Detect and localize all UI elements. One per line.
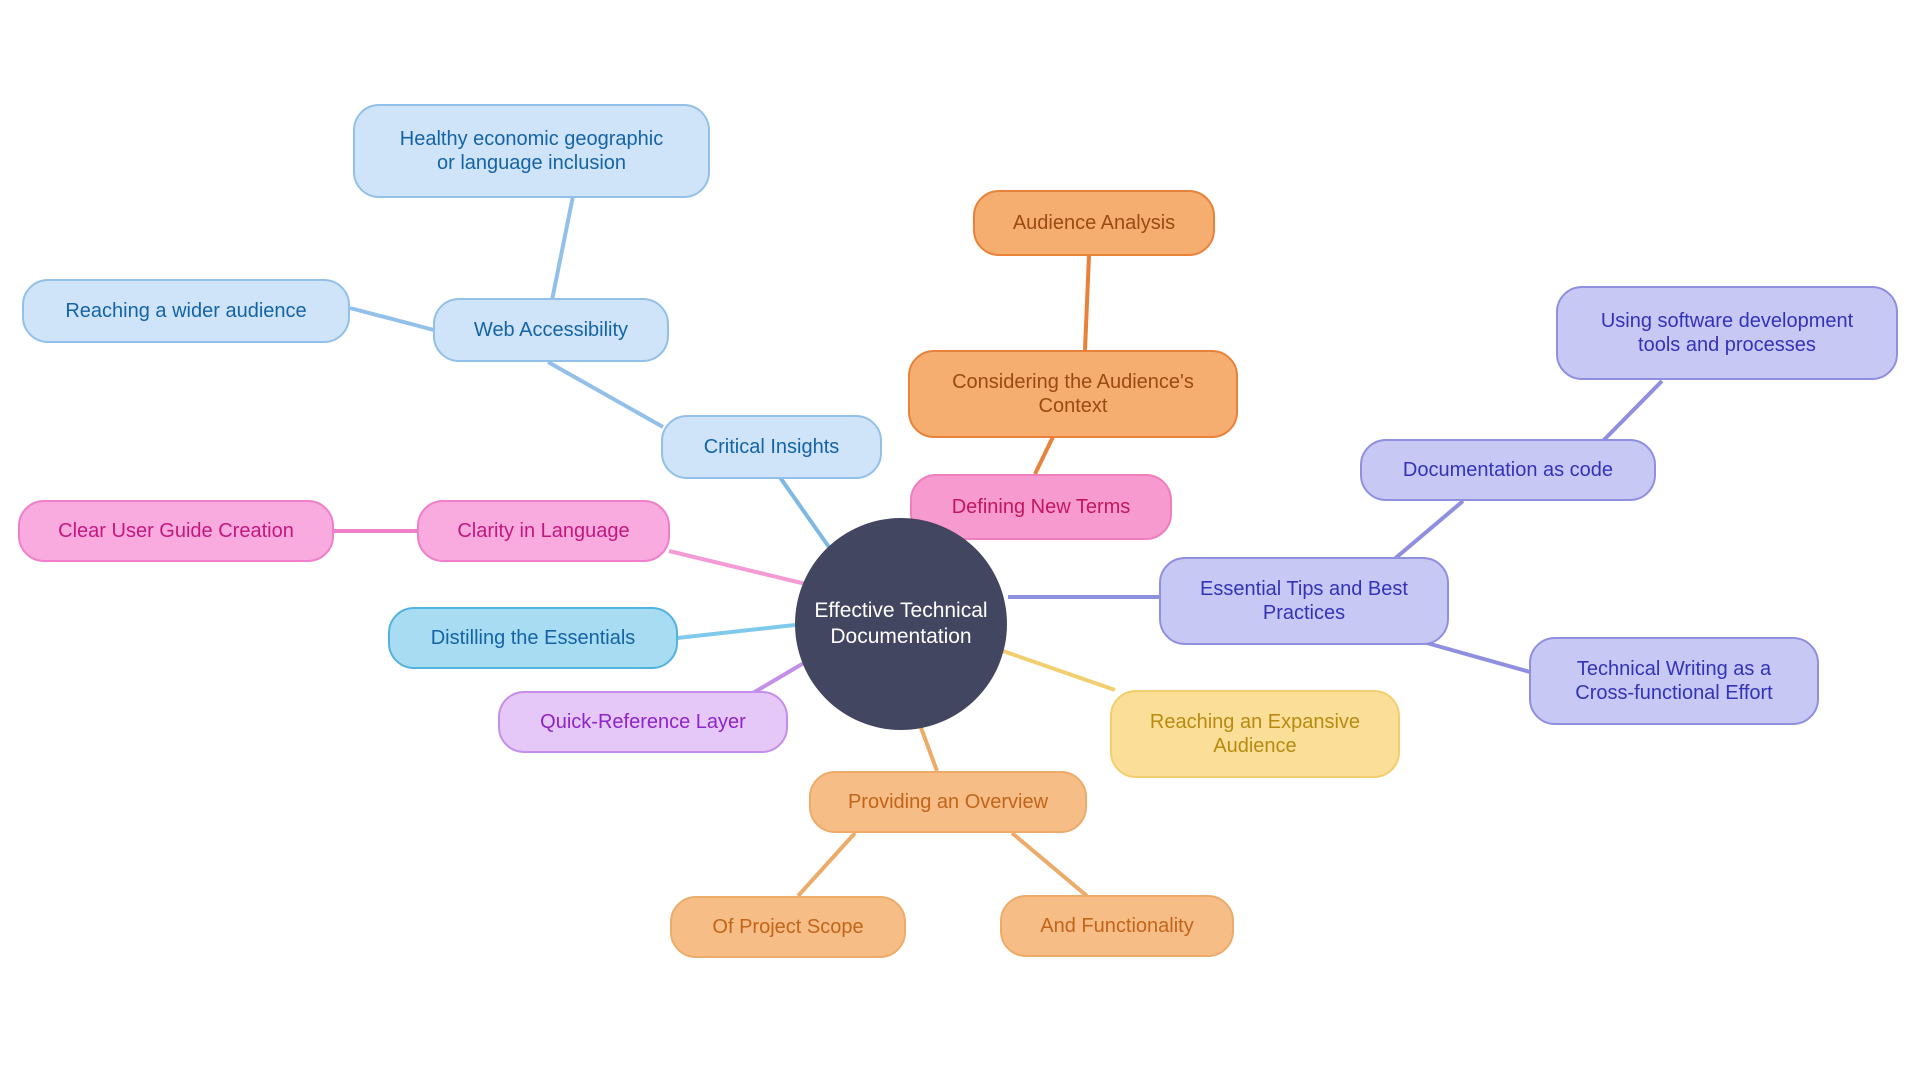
node-reaching-wider-audience[interactable]: Reaching a wider audience: [22, 279, 350, 343]
node-essential-tips-label: Essential Tips and Best Practices: [1200, 577, 1408, 624]
edge-webaccessibility-reaching: [349, 306, 435, 332]
node-clear-user-guide[interactable]: Clear User Guide Creation: [18, 500, 334, 562]
node-web-accessibility[interactable]: Web Accessibility: [433, 298, 669, 362]
node-documentation-as-code[interactable]: Documentation as code: [1360, 439, 1656, 501]
node-distilling-essentials[interactable]: Distilling the Essentials: [388, 607, 678, 669]
node-of-project-scope[interactable]: Of Project Scope: [670, 896, 906, 958]
node-essential-tips[interactable]: Essential Tips and Best Practices: [1159, 557, 1449, 645]
node-of-project-scope-label: Of Project Scope: [712, 915, 864, 938]
node-providing-overview-label: Providing an Overview: [847, 790, 1049, 813]
edge-providingoverview-functionality: [1010, 831, 1089, 898]
node-defining-new-terms-label: Defining New Terms: [951, 495, 1131, 518]
node-audience-analysis-label: Audience Analysis: [1012, 211, 1176, 234]
node-web-accessibility-label: Web Accessibility: [473, 318, 629, 341]
node-and-functionality[interactable]: And Functionality: [1000, 895, 1234, 957]
node-clarity-in-language-label: Clarity in Language: [457, 519, 630, 542]
node-root-label: Effective Technical Documentation: [814, 599, 988, 648]
mindmap-canvas: Effective Technical Documentation Health…: [0, 0, 1920, 1080]
node-quick-reference-layer-label: Quick-Reference Layer: [540, 710, 746, 733]
node-technical-writing-cross-label: Technical Writing as a Cross-functional …: [1575, 657, 1773, 704]
node-reaching-expansive-audience[interactable]: Reaching an Expansive Audience: [1110, 690, 1400, 778]
edge-root-reachingexpansive: [999, 648, 1116, 692]
node-distilling-essentials-label: Distilling the Essentials: [430, 626, 636, 649]
node-using-software-tools[interactable]: Using software development tools and pro…: [1556, 286, 1898, 380]
edge-criticalinsights-webaccessibility: [547, 360, 664, 429]
node-providing-overview[interactable]: Providing an Overview: [809, 771, 1087, 833]
node-clear-user-guide-label: Clear User Guide Creation: [58, 519, 294, 542]
node-clarity-in-language[interactable]: Clarity in Language: [417, 500, 670, 562]
node-technical-writing-cross[interactable]: Technical Writing as a Cross-functional …: [1529, 637, 1819, 725]
node-considering-context[interactable]: Considering the Audience's Context: [908, 350, 1238, 438]
node-healthy-inclusion-label: Healthy economic geographic or language …: [399, 127, 664, 174]
node-quick-reference-layer[interactable]: Quick-Reference Layer: [498, 691, 788, 753]
node-healthy-inclusion[interactable]: Healthy economic geographic or language …: [353, 104, 710, 198]
node-root[interactable]: Effective Technical Documentation: [795, 518, 1007, 730]
node-documentation-as-code-label: Documentation as code: [1402, 458, 1614, 481]
node-reaching-expansive-audience-label: Reaching an Expansive Audience: [1149, 710, 1361, 757]
node-and-functionality-label: And Functionality: [1040, 914, 1194, 937]
node-reaching-wider-audience-label: Reaching a wider audience: [65, 299, 307, 322]
node-considering-context-label: Considering the Audience's Context: [952, 370, 1194, 417]
edge-root-distilling: [676, 623, 796, 640]
node-critical-insights-label: Critical Insights: [703, 435, 840, 458]
edge-root-clarity: [668, 549, 811, 587]
node-critical-insights[interactable]: Critical Insights: [661, 415, 882, 479]
edge-providingoverview-projectscope: [796, 831, 857, 898]
node-using-software-tools-label: Using software development tools and pro…: [1600, 309, 1854, 356]
node-audience-analysis[interactable]: Audience Analysis: [973, 190, 1215, 256]
